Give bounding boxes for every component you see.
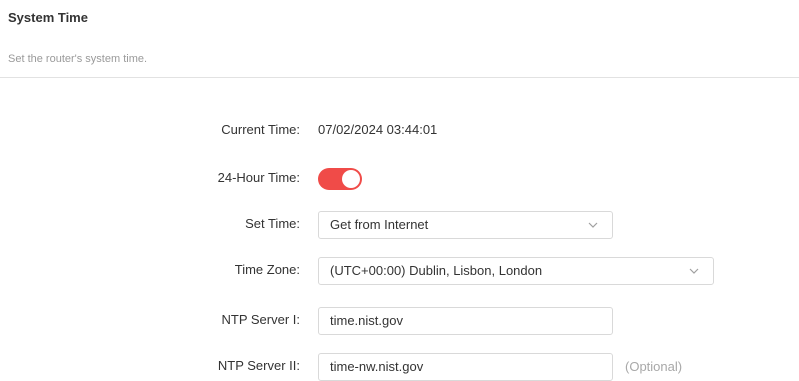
chevron-down-icon [588, 222, 598, 228]
ntp2-row: NTP Server II: time-nw.nist.gov (Optiona… [0, 353, 799, 381]
set-time-label: Set Time: [245, 216, 300, 231]
hour24-row: 24-Hour Time: [0, 165, 799, 191]
time-zone-select[interactable]: (UTC+00:00) Dublin, Lisbon, London [318, 257, 714, 285]
time-zone-row: Time Zone: (UTC+00:00) Dublin, Lisbon, L… [0, 257, 799, 285]
hour24-toggle[interactable] [318, 168, 362, 190]
set-time-select[interactable]: Get from Internet [318, 211, 613, 239]
time-zone-label: Time Zone: [234, 262, 300, 277]
ntp1-row: NTP Server I: time.nist.gov [0, 307, 799, 335]
set-time-selected-value: Get from Internet [330, 217, 429, 232]
time-zone-selected-value: (UTC+00:00) Dublin, Lisbon, London [330, 263, 543, 278]
section-description: Set the router's system time. [8, 53, 148, 65]
current-time-value: 07/02/2024 03:44:01 [318, 122, 438, 137]
hour24-label: 24-Hour Time: [217, 170, 300, 185]
ntp2-label: NTP Server II: [217, 358, 300, 373]
chevron-down-icon [689, 268, 699, 274]
ntp1-label: NTP Server I: [221, 312, 300, 327]
section-title: System Time [8, 10, 88, 25]
toggle-knob [342, 170, 360, 188]
ntp2-input[interactable]: time-nw.nist.gov [318, 353, 613, 381]
ntp2-optional-hint: (Optional) [625, 359, 683, 374]
divider [0, 77, 799, 78]
current-time-row: Current Time: 07/02/2024 03:44:01 [0, 117, 799, 143]
ntp1-input[interactable]: time.nist.gov [318, 307, 613, 335]
current-time-label: Current Time: [221, 122, 300, 137]
set-time-row: Set Time: Get from Internet [0, 211, 799, 239]
